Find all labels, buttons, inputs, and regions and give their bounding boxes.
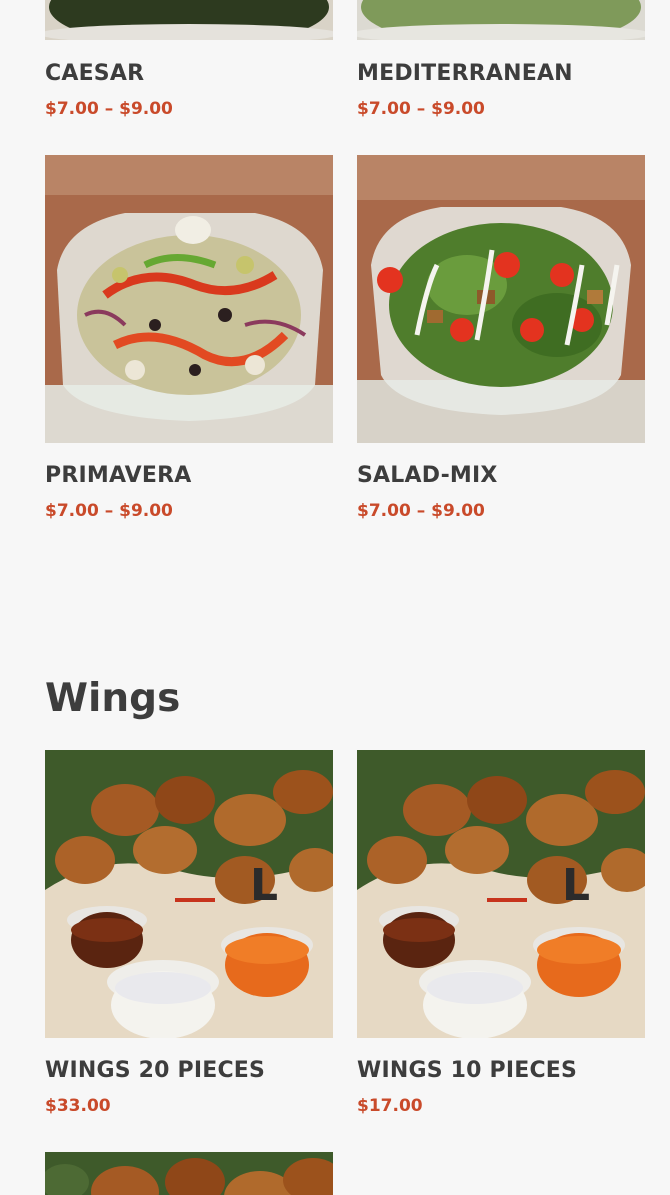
product-title[interactable]: MEDITERRANEAN (357, 61, 573, 86)
product-price: $7.00 – $9.00 (357, 501, 485, 521)
svg-text:L: L (250, 860, 278, 911)
product-title[interactable]: PRIMAVERA (45, 463, 192, 488)
product-title[interactable]: CAESAR (45, 61, 144, 86)
caesar-salad-image[interactable] (45, 0, 333, 40)
salad-mix-image[interactable] (357, 155, 645, 443)
product-title[interactable]: SALAD-MIX (357, 463, 498, 488)
product-price: $7.00 – $9.00 (45, 99, 173, 119)
wings-10-image[interactable]: L (357, 750, 645, 1038)
section-heading-wings: Wings (45, 676, 181, 721)
wings-20-image[interactable]: L (45, 750, 333, 1038)
mediterranean-salad-image[interactable] (357, 0, 645, 40)
primavera-salad-image[interactable] (45, 155, 333, 443)
product-title[interactable]: WINGS 20 PIECES (45, 1058, 265, 1083)
wings-image[interactable] (45, 1152, 333, 1195)
product-price: $17.00 (357, 1096, 423, 1116)
menu-page: CAESAR $7.00 – $9.00 MEDITERRANEAN $7.00… (0, 0, 670, 1195)
product-price: $7.00 – $9.00 (45, 501, 173, 521)
product-price: $33.00 (45, 1096, 111, 1116)
svg-text:L: L (562, 860, 590, 911)
product-title[interactable]: WINGS 10 PIECES (357, 1058, 577, 1083)
product-price: $7.00 – $9.00 (357, 99, 485, 119)
